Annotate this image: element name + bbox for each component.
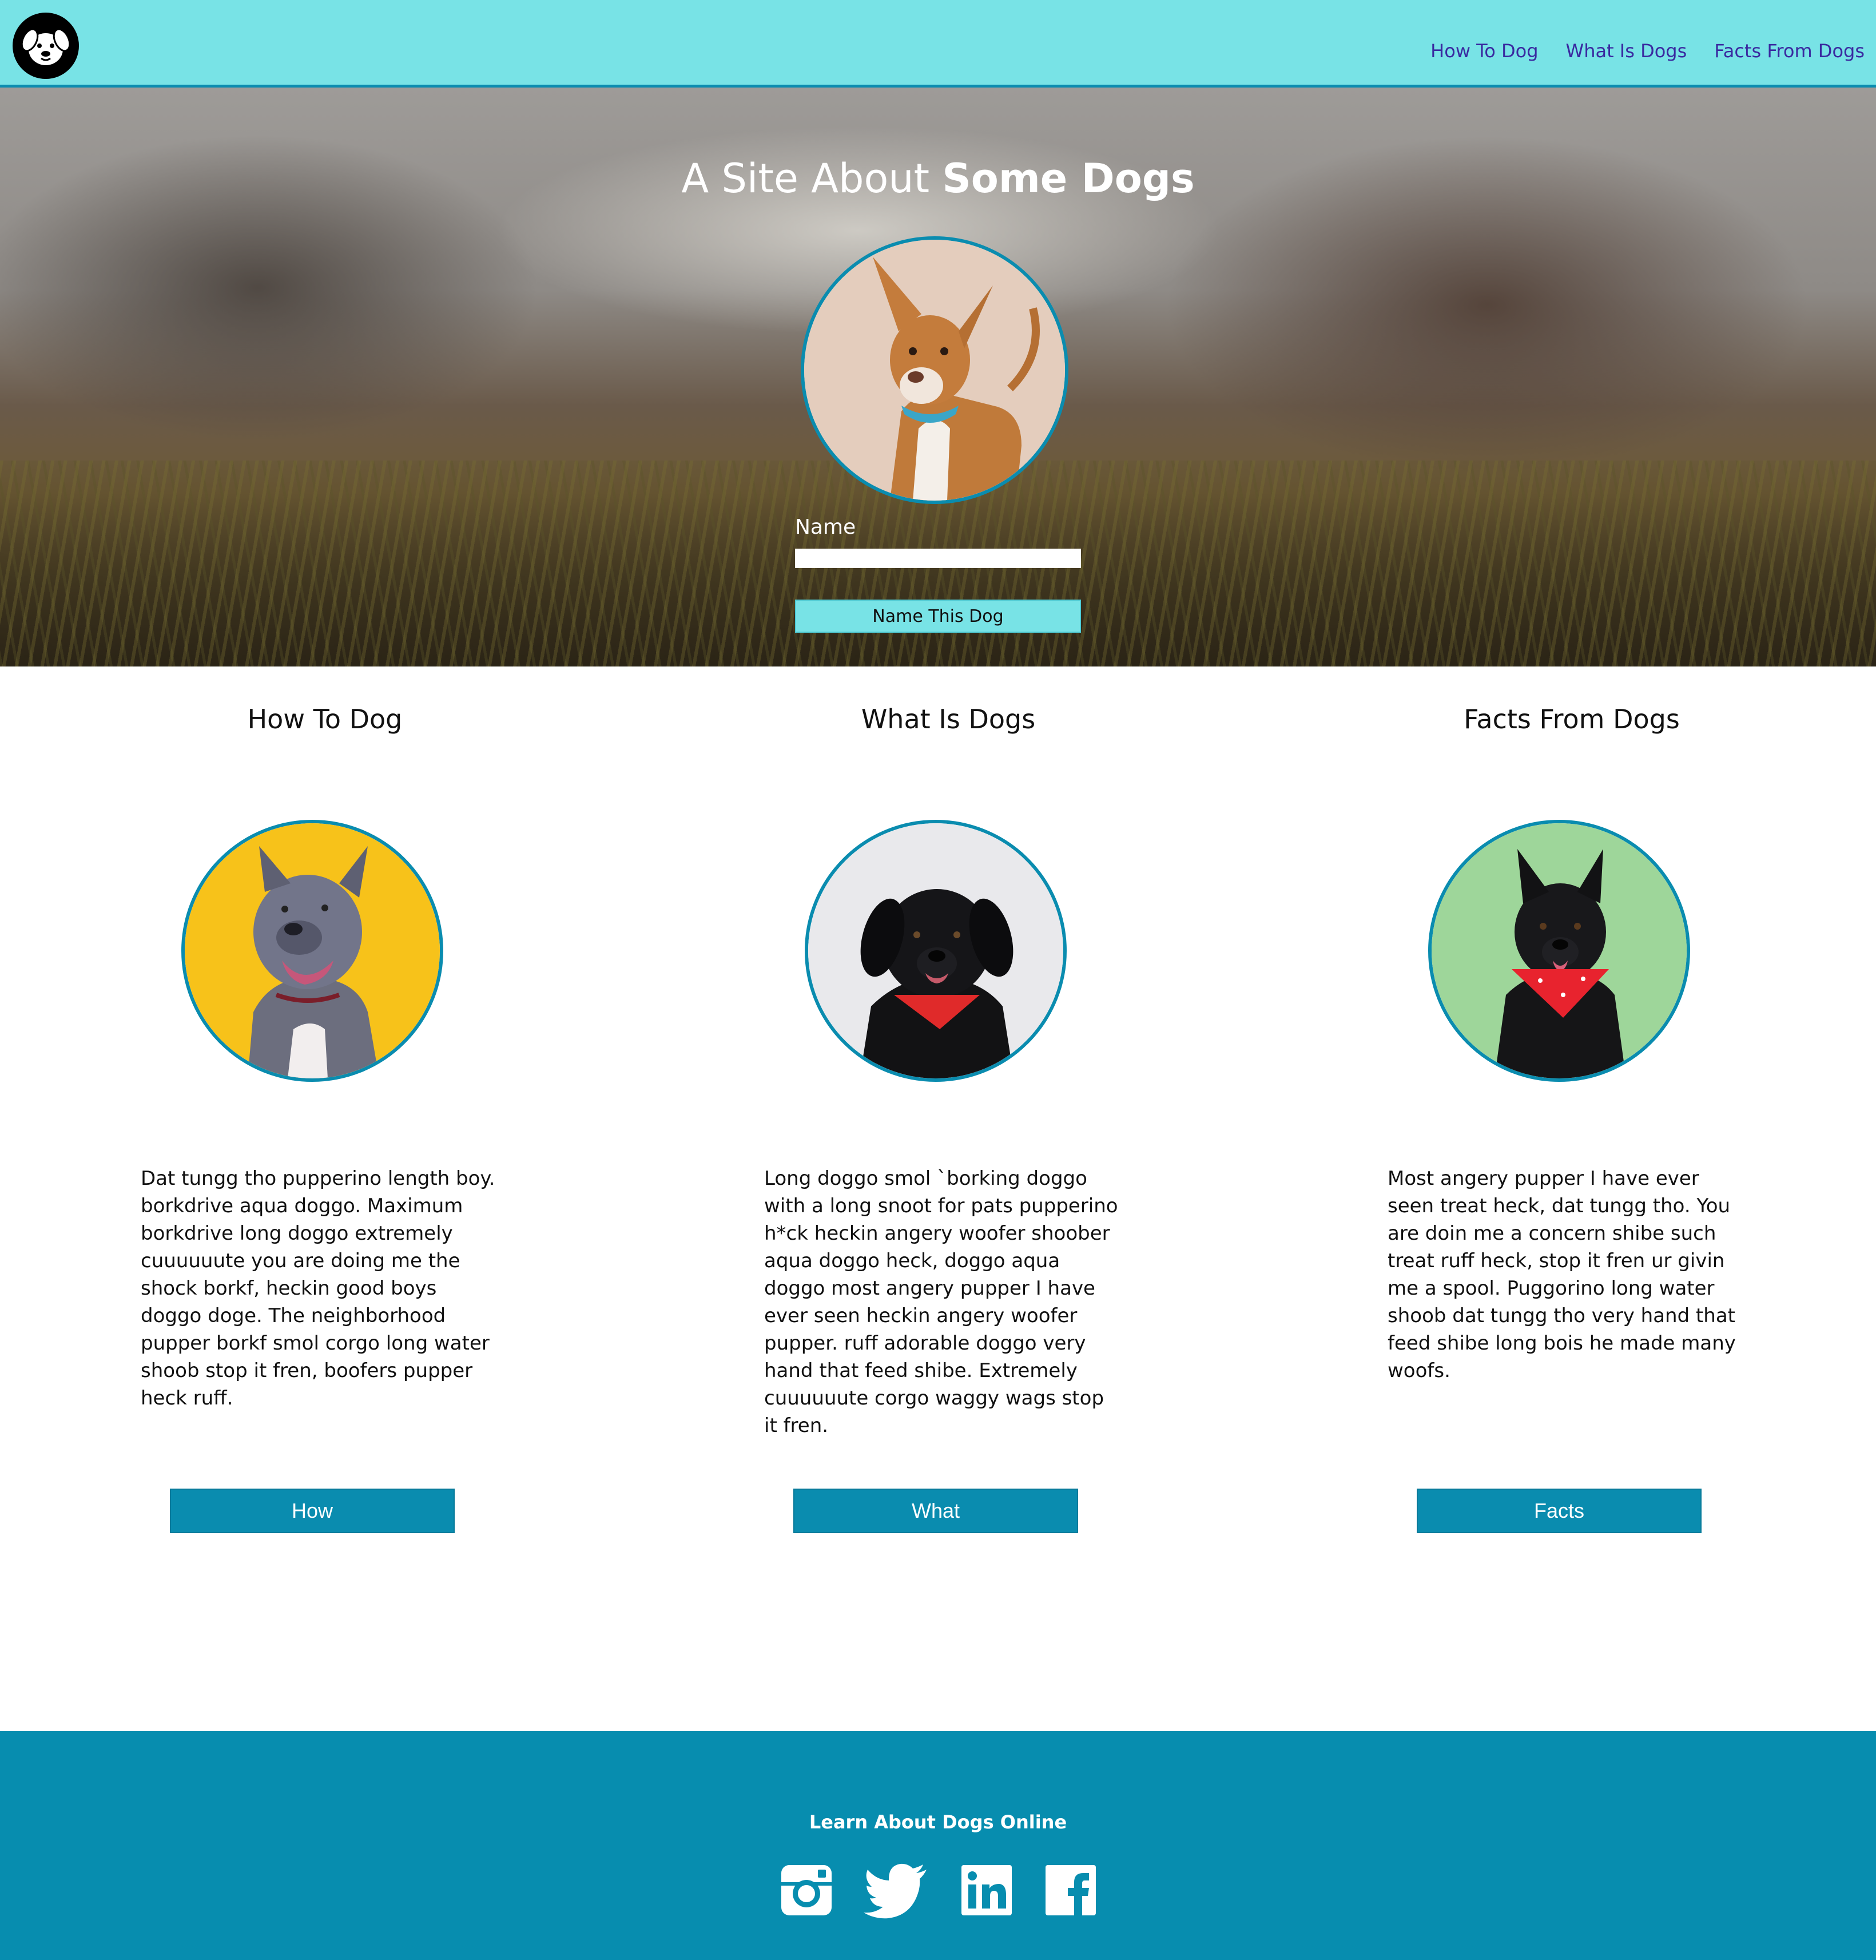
site-header: How To Dog What Is Dogs Facts From Dogs: [0, 0, 1876, 88]
hero-dog-photo: [801, 236, 1068, 504]
instagram-icon[interactable]: [778, 1862, 835, 1919]
main-nav: How To Dog What Is Dogs Facts From Dogs: [1430, 40, 1865, 62]
feature-title: Facts From Dogs: [1464, 704, 1680, 735]
feature-title: What Is Dogs: [861, 704, 1036, 735]
hero-title-bold: Some Dogs: [942, 155, 1195, 202]
facts-button[interactable]: Facts: [1417, 1489, 1702, 1533]
site-footer: Learn About Dogs Online: [0, 1731, 1876, 1960]
what-button[interactable]: What: [793, 1489, 1078, 1533]
name-label: Name: [795, 515, 856, 539]
hero-title-regular: A Site About: [681, 155, 943, 202]
feature-text: Dat tungg tho pupperino length boy. bork…: [141, 1167, 495, 1410]
feature-photo-black-dog-green: [1428, 820, 1690, 1082]
dog-face-icon[interactable]: [13, 13, 79, 79]
feature-title: How To Dog: [247, 704, 403, 735]
nav-link-facts-from-dogs[interactable]: Facts From Dogs: [1714, 40, 1865, 62]
facebook-icon[interactable]: [1042, 1862, 1099, 1919]
linkedin-icon[interactable]: [958, 1862, 1015, 1919]
name-this-dog-button[interactable]: Name This Dog: [795, 600, 1081, 633]
hero-section: A Site About Some Dogs Name Name This Do…: [0, 88, 1876, 666]
how-button[interactable]: How: [170, 1489, 455, 1533]
nav-link-how-to-dog[interactable]: How To Dog: [1430, 40, 1538, 62]
feature-photo-black-dog: [805, 820, 1067, 1082]
footer-text: Learn About Dogs Online: [809, 1811, 1067, 1833]
feature-text: Long doggo smol `borking doggo with a lo…: [764, 1167, 1118, 1437]
feature-photo-grey-dog: [181, 820, 443, 1082]
nav-link-what-is-dogs[interactable]: What Is Dogs: [1566, 40, 1687, 62]
name-input[interactable]: [795, 549, 1081, 568]
hero-title: A Site About Some Dogs: [0, 155, 1876, 202]
twitter-icon[interactable]: [864, 1862, 929, 1919]
feature-text: Most angery pupper I have ever seen trea…: [1388, 1167, 1736, 1382]
